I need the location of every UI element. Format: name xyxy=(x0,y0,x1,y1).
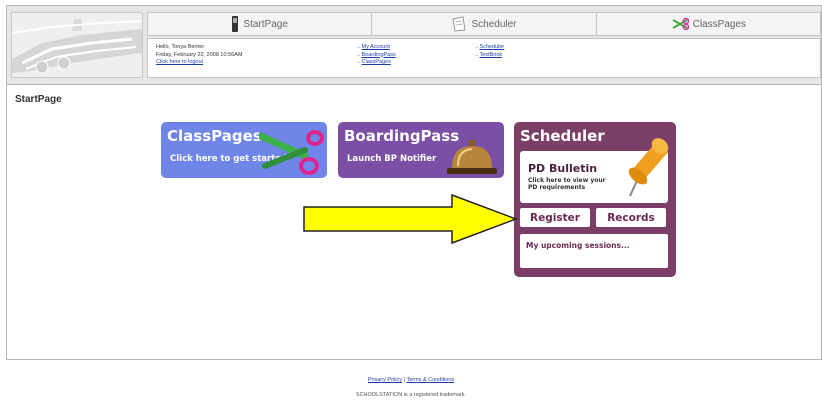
yellow-arrow-icon xyxy=(303,193,518,245)
header: StartPage Scheduler ClassPages Hello, To… xyxy=(7,6,821,85)
boardingpass-tile[interactable]: BoardingPass Launch BP Notifier xyxy=(338,122,504,178)
textbook-link[interactable]: TextBook xyxy=(480,52,503,58)
page-title: StartPage xyxy=(15,94,62,105)
links-column-1: My Account BoardingPass ClassPages xyxy=(356,44,396,67)
pushpin-icon xyxy=(628,138,669,197)
greeting-date: Friday, February 22, 2008 10:56AM xyxy=(156,51,243,58)
classpages-tile-title: ClassPages xyxy=(167,127,262,145)
scissors-icon xyxy=(672,18,689,30)
boardingpass-tile-subtitle: Launch BP Notifier xyxy=(347,154,437,164)
scheduler-tile: Scheduler PD Bulletin Click here to view… xyxy=(514,122,676,277)
tab-scheduler[interactable]: Scheduler xyxy=(372,13,597,35)
bell-icon xyxy=(447,140,497,174)
pd-bulletin-subtitle: Click here to view your PD requirements xyxy=(528,177,606,191)
logout-link[interactable]: Click here to logout xyxy=(156,59,203,65)
boardingpass-link[interactable]: BoardingPass xyxy=(362,52,396,58)
upcoming-sessions-panel[interactable]: My upcoming sessions... xyxy=(520,234,668,268)
records-button[interactable]: Records xyxy=(596,208,666,227)
links-column-2: Scheduler TextBook xyxy=(474,44,505,59)
tab-classpages[interactable]: ClassPages xyxy=(597,13,820,35)
tab-bar: StartPage Scheduler ClassPages xyxy=(147,12,821,36)
upcoming-sessions-label: My upcoming sessions... xyxy=(526,241,630,250)
footer-trademark: SCHOOLSTATION is a registered trademark. xyxy=(355,392,467,398)
scheduler-tile-title: Scheduler xyxy=(520,127,605,145)
my-account-link[interactable]: My Account xyxy=(362,44,390,50)
classpages-link[interactable]: ClassPages xyxy=(362,59,391,65)
scheduler-link[interactable]: Scheduler xyxy=(480,44,505,50)
privacy-policy-link[interactable]: Privacy Policy xyxy=(368,377,402,383)
register-button[interactable]: Register xyxy=(520,208,590,227)
scissors-icon xyxy=(259,130,324,175)
info-panel: Hello, Tonya Berrier Friday, February 22… xyxy=(147,38,821,78)
tab-startpage[interactable]: StartPage xyxy=(148,13,373,35)
phone-icon xyxy=(232,16,239,32)
boardingpass-tile-title: BoardingPass xyxy=(344,127,460,145)
greeting: Hello, Tonya Berrier Friday, February 22… xyxy=(156,44,242,67)
greeting-hello: Hello, Tonya Berrier xyxy=(156,44,205,50)
pd-bulletin-title: PD Bulletin xyxy=(528,162,598,175)
app-frame: StartPage Scheduler ClassPages Hello, To… xyxy=(6,5,822,360)
tab-label: Scheduler xyxy=(471,18,517,30)
notepad-icon xyxy=(452,16,467,32)
classpages-tile[interactable]: ClassPages Click here to get started xyxy=(161,122,327,178)
tab-label: StartPage xyxy=(243,18,288,30)
tab-label: ClassPages xyxy=(692,18,746,30)
train-logo[interactable] xyxy=(11,12,143,78)
terms-link[interactable]: Terms & Conditions xyxy=(406,377,454,383)
footer-links: Privacy Policy | Terms & Conditions xyxy=(0,377,822,383)
